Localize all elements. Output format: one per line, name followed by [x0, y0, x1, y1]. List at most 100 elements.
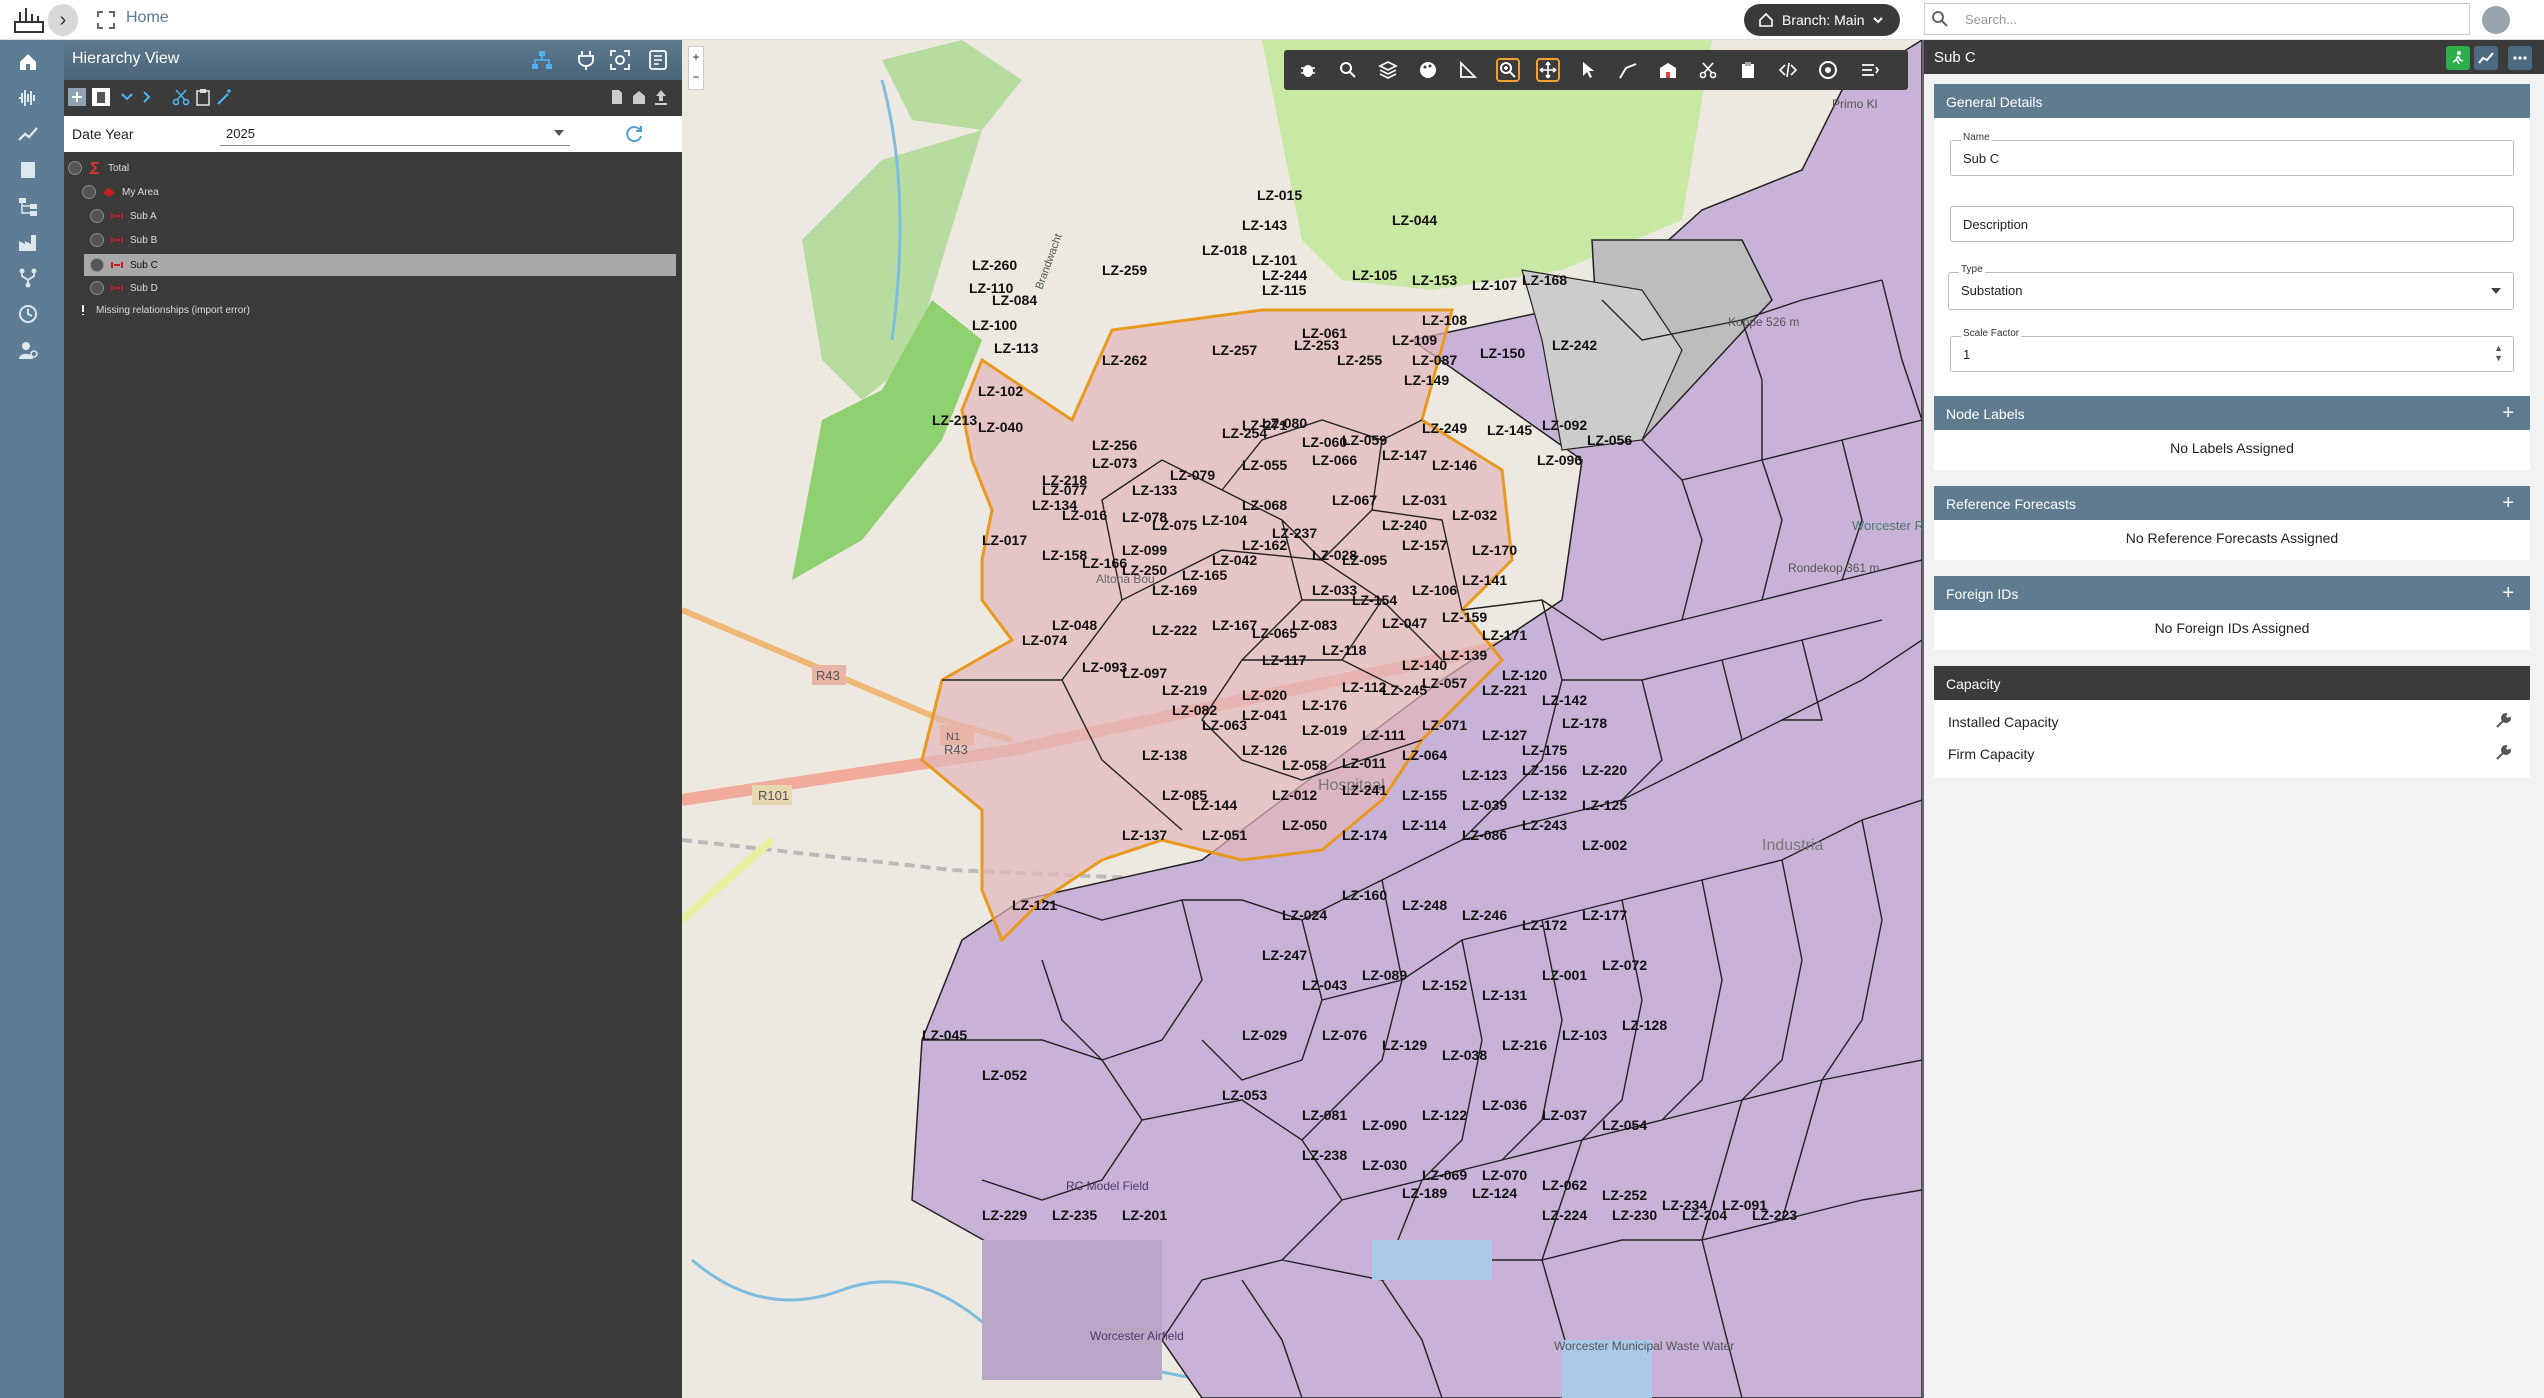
zoom-select-icon[interactable] [1496, 58, 1520, 82]
add-label-button[interactable]: + [2502, 402, 2514, 425]
description-field[interactable]: Description [1950, 206, 2514, 242]
chart-icon[interactable] [2474, 46, 2498, 70]
collapse-toggle[interactable] [68, 161, 82, 175]
bug-icon[interactable] [1296, 58, 1320, 82]
expand-toggle[interactable] [90, 209, 104, 223]
zone-label: LZ-017 [982, 532, 1027, 548]
scale-factor-field[interactable]: Scale Factor 1 ▲ ▼ [1950, 328, 2514, 372]
stepper-icon[interactable]: ▲ ▼ [2494, 343, 2503, 363]
measure-icon[interactable] [1456, 58, 1480, 82]
zone-label: LZ-178 [1562, 715, 1607, 731]
magic-wand-icon[interactable] [216, 88, 234, 106]
network-icon[interactable] [530, 48, 554, 72]
section-heading: Foreign IDs + [1934, 576, 2530, 610]
zone-label: LZ-140 [1402, 657, 1447, 673]
user-settings-icon[interactable] [14, 338, 42, 362]
file-icon[interactable] [608, 88, 626, 106]
scissors-icon[interactable] [1696, 58, 1720, 82]
section-heading: Node Labels + [1934, 396, 2530, 430]
upload-icon[interactable] [652, 88, 670, 106]
branch-selector[interactable]: Branch: Main [1744, 4, 1900, 36]
expand-all-icon[interactable] [118, 88, 136, 106]
reference-forecasts-section: Reference Forecasts + No Reference Foreca… [1934, 486, 2530, 560]
zone-label: LZ-001 [1542, 967, 1587, 983]
total-sigma-icon [88, 162, 99, 174]
branch-icon[interactable] [14, 266, 42, 290]
add-forecast-button[interactable]: + [2502, 492, 2514, 515]
help-ring-icon[interactable] [1816, 58, 1840, 82]
zone-label: LZ-050 [1282, 817, 1327, 833]
collapse-toggle[interactable] [82, 185, 96, 199]
trend-icon[interactable] [14, 122, 42, 146]
zone-label: LZ-038 [1442, 1047, 1487, 1063]
map-canvas[interactable]: R43 R43 R101 N1 Altona Bou Rondekop 361 … [682, 40, 1922, 1398]
pan-icon[interactable] [1536, 58, 1560, 82]
hierarchy-icon[interactable] [14, 194, 42, 218]
search-icon [1932, 11, 1948, 27]
tree-item-sub-b[interactable]: Sub B [86, 230, 157, 250]
home-breadcrumb[interactable]: Home [126, 9, 169, 27]
zone-label: LZ-144 [1192, 797, 1237, 813]
refresh-icon[interactable] [624, 124, 644, 144]
palette-icon[interactable] [1416, 58, 1440, 82]
layers-icon[interactable] [1376, 58, 1400, 82]
map-view[interactable]: R43 R43 R101 N1 Altona Bou Rondekop 361 … [682, 40, 1922, 1398]
menu-collapse-icon[interactable] [1858, 58, 1882, 82]
expand-toggle[interactable] [90, 233, 104, 247]
name-field[interactable]: Name Sub C [1950, 132, 2514, 176]
zoom-in-button[interactable]: + [689, 47, 703, 67]
zone-label: LZ-075 [1152, 517, 1197, 533]
history-icon[interactable] [14, 302, 42, 326]
wrench-icon[interactable] [2494, 712, 2512, 730]
draw-line-icon[interactable] [1616, 58, 1640, 82]
zone-label: LZ-041 [1242, 707, 1287, 723]
more-icon[interactable] [2508, 46, 2532, 70]
waveform-icon[interactable] [14, 86, 42, 110]
user-avatar[interactable] [2482, 6, 2510, 34]
factory-icon[interactable] [14, 230, 42, 254]
cut-icon[interactable] [172, 88, 190, 106]
delete-icon[interactable] [92, 88, 110, 106]
collapse-all-icon[interactable] [138, 88, 156, 106]
tree-item-sub-a[interactable]: Sub A [86, 206, 157, 226]
search-input[interactable] [1965, 8, 2455, 30]
tree-item-sub-c[interactable]: Sub C [84, 254, 676, 276]
run-icon[interactable] [2446, 46, 2470, 70]
tree-item-missing-relationships[interactable]: Missing relationships (import error) [76, 300, 250, 320]
date-year-select[interactable]: 2025 [220, 122, 570, 146]
pointer-icon[interactable] [1576, 58, 1600, 82]
tree-item-sub-d[interactable]: Sub D [86, 278, 158, 298]
zone-label: LZ-256 [1092, 437, 1137, 453]
zone-label: LZ-016 [1062, 507, 1107, 523]
zone-label: LZ-015 [1257, 187, 1302, 203]
zone-label: LZ-257 [1212, 342, 1257, 358]
zone-label: LZ-229 [982, 1207, 1027, 1223]
plug-icon[interactable] [574, 48, 598, 72]
clipboard-icon[interactable] [1736, 58, 1760, 82]
home-icon [1759, 12, 1773, 27]
target-icon[interactable] [608, 48, 632, 72]
tree-item-my-area[interactable]: My Area [82, 182, 159, 202]
wrench-icon[interactable] [2494, 744, 2512, 762]
book-icon[interactable] [14, 158, 42, 182]
expand-nav-button[interactable]: › [48, 4, 78, 36]
document-icon[interactable] [646, 48, 670, 72]
paste-icon[interactable] [194, 88, 212, 106]
building-icon[interactable] [1656, 58, 1680, 82]
zoom-out-button[interactable]: − [689, 67, 703, 87]
expand-toggle[interactable] [90, 258, 104, 272]
app-logo-icon[interactable] [12, 6, 46, 34]
zone-label: LZ-055 [1242, 457, 1287, 473]
home-icon[interactable] [14, 50, 42, 74]
expand-toggle[interactable] [90, 281, 104, 295]
add-icon[interactable] [68, 88, 86, 106]
add-foreign-id-button[interactable]: + [2502, 582, 2514, 605]
bookmark-icon[interactable] [630, 88, 648, 106]
search-icon[interactable] [1336, 58, 1360, 82]
code-icon[interactable] [1776, 58, 1800, 82]
fullscreen-icon[interactable] [96, 10, 116, 30]
type-select[interactable]: Type Substation [1948, 264, 2514, 310]
zone-label: LZ-123 [1462, 767, 1507, 783]
zone-label: LZ-087 [1412, 352, 1457, 368]
tree-item-total[interactable]: Total [68, 158, 129, 178]
